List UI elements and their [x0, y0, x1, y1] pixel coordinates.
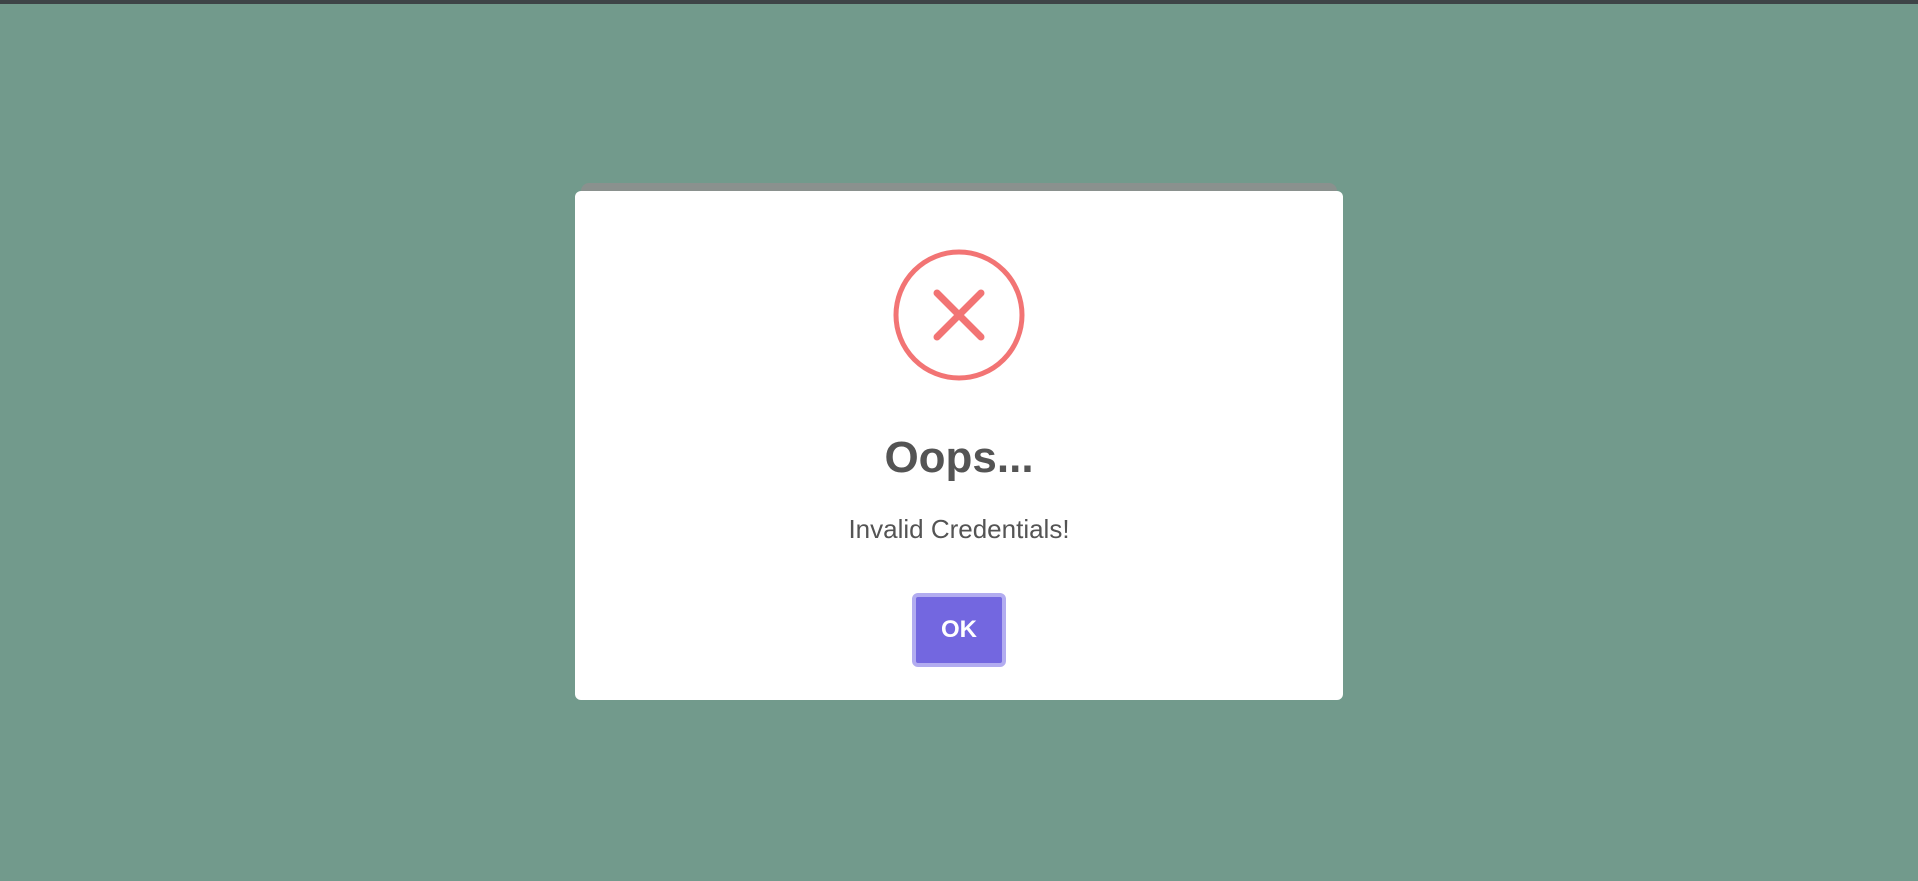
error-x-circle-icon [893, 249, 1025, 381]
dialog-message: Invalid Credentials! [848, 514, 1070, 544]
browser-top-edge [0, 0, 1918, 4]
ok-button[interactable]: OK [912, 593, 1006, 667]
dialog-title: Oops... [884, 433, 1034, 482]
alert-dialog: Oops... Invalid Credentials! OK [575, 191, 1343, 700]
